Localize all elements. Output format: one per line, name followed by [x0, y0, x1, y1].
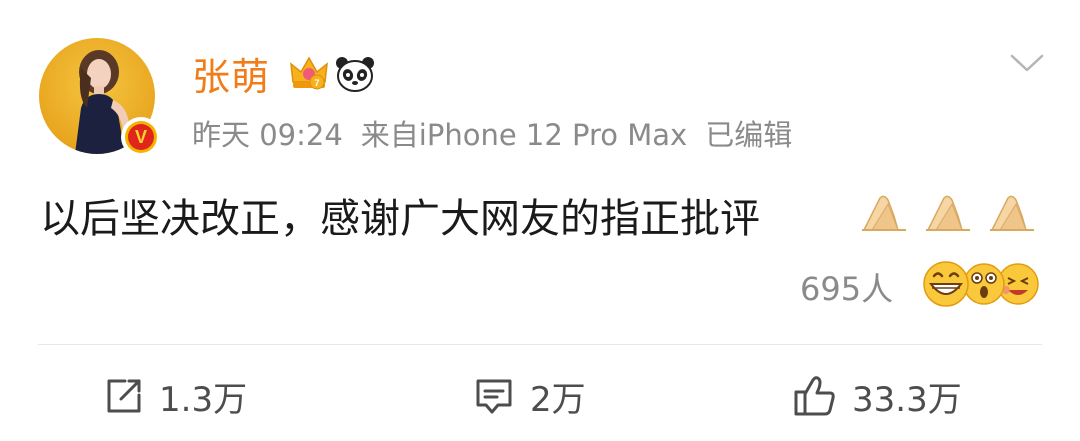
- verified-v-icon: V: [128, 124, 154, 150]
- post-meta: 昨天 09:24 来自iPhone 12 Pro Max 已编辑: [192, 112, 810, 154]
- weibo-post-card: V 张萌 7 昨天 09:24 来自iPhone 12 Pro Max 已编辑 以后…: [0, 0, 1080, 441]
- thumbs-up-icon: [794, 376, 835, 416]
- username[interactable]: 张萌: [192, 46, 270, 101]
- post-text: 以后坚决改正，感谢广大网友的指正批评: [40, 196, 760, 242]
- reaction-emojis[interactable]: [922, 258, 1042, 310]
- divider: [38, 344, 1042, 345]
- shocked-face-emoji: [963, 263, 1005, 305]
- comment-button[interactable]: 2万: [472, 370, 586, 422]
- crown-badge-icon[interactable]: 7: [287, 52, 331, 96]
- edited-label[interactable]: 已编辑: [705, 118, 792, 152]
- post-time: 昨天 09:24: [192, 118, 343, 152]
- repost-count: 1.3万: [159, 379, 248, 420]
- verified-badge: V: [121, 117, 161, 157]
- comment-icon: [476, 379, 512, 414]
- svg-text:7: 7: [314, 78, 319, 88]
- repost-button[interactable]: 1.3万: [103, 370, 247, 422]
- reactions-count[interactable]: 695人: [800, 264, 893, 310]
- chevron-down-icon[interactable]: [1010, 52, 1044, 74]
- folded-hands-emoji: [862, 195, 1034, 231]
- panda-badge-icon[interactable]: [333, 52, 377, 96]
- like-count: 33.3万: [852, 379, 962, 420]
- like-button[interactable]: 33.3万: [792, 370, 962, 422]
- grinning-face-emoji: [923, 261, 969, 307]
- post-source[interactable]: 来自iPhone 12 Pro Max: [361, 118, 687, 152]
- repost-icon: [107, 379, 141, 413]
- comment-count: 2万: [530, 379, 586, 420]
